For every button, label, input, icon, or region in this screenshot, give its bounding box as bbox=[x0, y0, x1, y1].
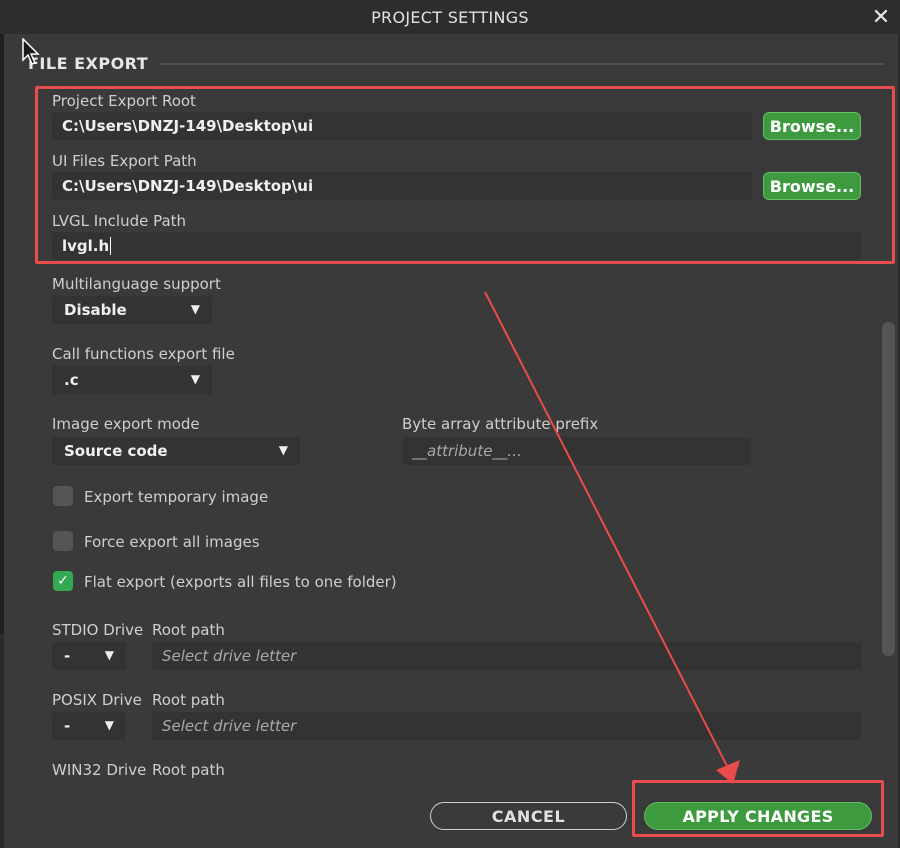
flat-export-checkbox[interactable]: ✓ bbox=[53, 571, 73, 591]
cancel-button[interactable]: CANCEL bbox=[430, 802, 627, 830]
lvgl-include-path-label: LVGL Include Path bbox=[52, 212, 187, 230]
chevron-down-icon: ▼ bbox=[104, 648, 114, 662]
export-temporary-image-label: Export temporary image bbox=[84, 488, 269, 506]
call-functions-select[interactable]: .c ▼ bbox=[52, 366, 212, 394]
ui-files-export-path-input[interactable]: C:\Users\DNZJ-149\Desktop\ui bbox=[52, 172, 752, 200]
posix-root-path-label: Root path bbox=[152, 691, 225, 709]
project-export-root-label: Project Export Root bbox=[52, 92, 196, 110]
apply-changes-button[interactable]: APPLY CHANGES bbox=[644, 802, 872, 830]
stdio-drive-select[interactable]: - ▼ bbox=[52, 642, 126, 670]
section-title: FILE EXPORT bbox=[28, 54, 149, 73]
export-temporary-image-checkbox[interactable] bbox=[53, 486, 73, 506]
mouse-cursor-icon bbox=[22, 38, 40, 65]
image-export-mode-label: Image export mode bbox=[52, 415, 200, 433]
chevron-down-icon: ▼ bbox=[278, 443, 288, 457]
win32-drive-label: WIN32 Drive bbox=[52, 761, 147, 779]
text-caret bbox=[110, 237, 112, 255]
stdio-drive-value: - bbox=[64, 647, 71, 665]
flat-export-label: Flat export (exports all files to one fo… bbox=[84, 573, 397, 591]
force-export-all-images-checkbox[interactable] bbox=[53, 531, 73, 551]
multilanguage-value: Disable bbox=[64, 301, 127, 319]
chevron-down-icon: ▼ bbox=[190, 372, 200, 386]
call-functions-value: .c bbox=[64, 371, 79, 389]
byte-array-prefix-label: Byte array attribute prefix bbox=[402, 415, 599, 433]
close-icon[interactable]: ✕ bbox=[868, 4, 894, 30]
project-export-root-input[interactable]: C:\Users\DNZJ-149\Desktop\ui bbox=[52, 112, 752, 140]
browse-ui-files-button[interactable]: Browse... bbox=[763, 172, 861, 200]
call-functions-label: Call functions export file bbox=[52, 345, 235, 363]
posix-root-path-input[interactable]: Select drive letter bbox=[152, 712, 861, 740]
stdio-root-path-label: Root path bbox=[152, 621, 225, 639]
stdio-root-path-input[interactable]: Select drive letter bbox=[152, 642, 861, 670]
stdio-drive-label: STDIO Drive bbox=[52, 621, 144, 639]
browse-project-root-button[interactable]: Browse... bbox=[763, 112, 861, 140]
byte-array-prefix-input[interactable]: __attribute__... bbox=[402, 437, 751, 465]
window-title: PROJECT SETTINGS bbox=[371, 7, 529, 27]
posix-drive-select[interactable]: - ▼ bbox=[52, 712, 126, 740]
image-export-mode-select[interactable]: Source code ▼ bbox=[52, 437, 300, 465]
image-export-mode-value: Source code bbox=[64, 442, 168, 460]
check-icon: ✓ bbox=[57, 573, 69, 589]
lvgl-include-path-value: lvgl.h bbox=[62, 237, 110, 255]
multilanguage-label: Multilanguage support bbox=[52, 275, 221, 293]
multilanguage-select[interactable]: Disable ▼ bbox=[52, 296, 212, 324]
chevron-down-icon: ▼ bbox=[104, 718, 114, 732]
settings-panel bbox=[4, 34, 898, 786]
force-export-all-images-label: Force export all images bbox=[84, 533, 260, 551]
scrollbar-thumb[interactable] bbox=[882, 322, 895, 656]
title-bar: PROJECT SETTINGS ✕ bbox=[0, 0, 900, 34]
lvgl-include-path-input[interactable]: lvgl.h bbox=[52, 232, 861, 260]
win32-root-path-label: Root path bbox=[152, 761, 225, 779]
chevron-down-icon: ▼ bbox=[190, 302, 200, 316]
posix-drive-value: - bbox=[64, 717, 71, 735]
ui-files-export-path-label: UI Files Export Path bbox=[52, 152, 197, 170]
section-divider bbox=[160, 63, 884, 65]
posix-drive-label: POSIX Drive bbox=[52, 691, 142, 709]
